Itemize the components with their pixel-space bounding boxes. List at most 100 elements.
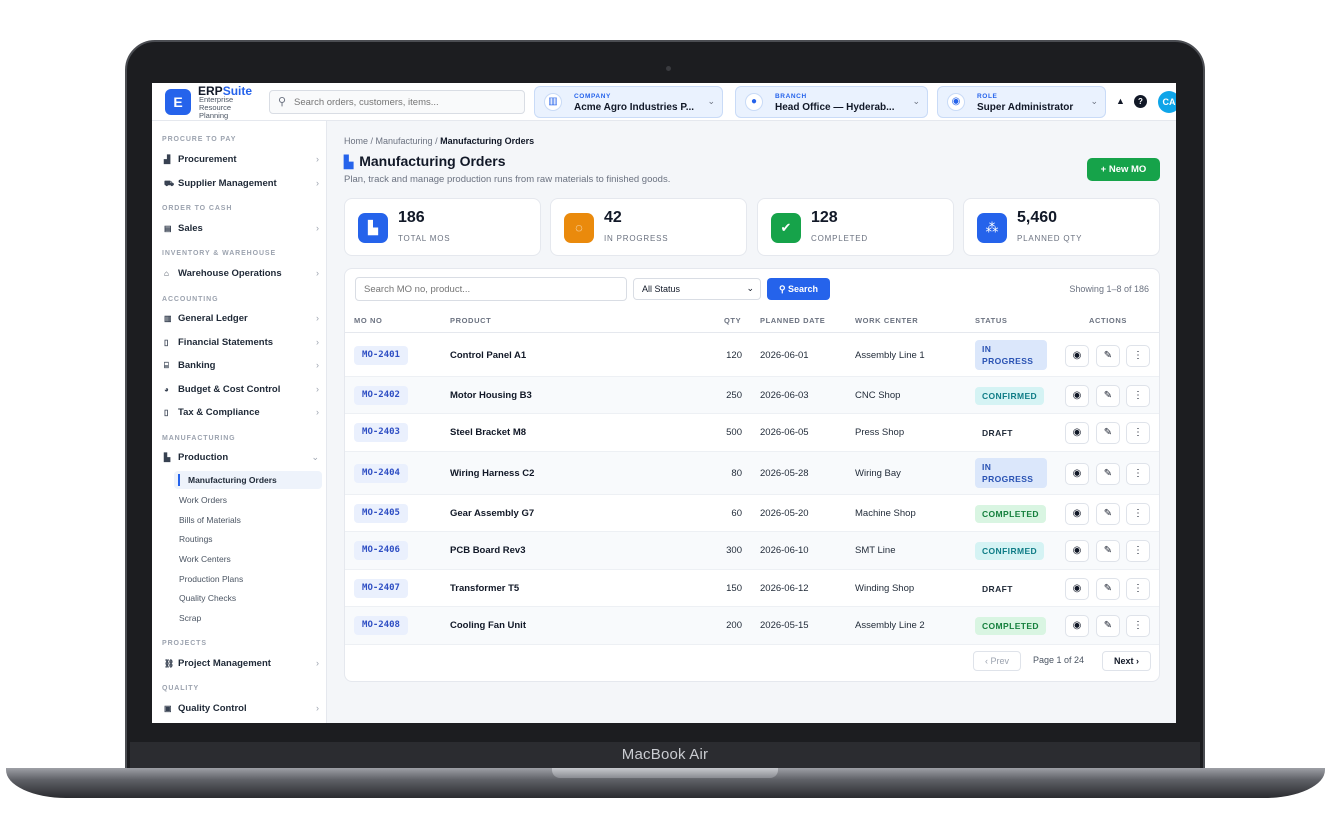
mo-number-link[interactable]: MO-2407 [354,579,408,598]
col-mo-no[interactable]: MO NO [354,316,382,325]
col-status[interactable]: STATUS [975,316,1008,325]
mo-number-link[interactable]: MO-2404 [354,464,408,483]
more-options-icon[interactable]: ⋮ [1126,615,1150,637]
sidebar-subitem-production-plans[interactable]: Production Plans [179,574,243,584]
product-name: Gear Assembly G7 [450,508,535,519]
mo-number-link[interactable]: MO-2403 [354,423,408,442]
bell-icon[interactable]: ▲ [1114,95,1127,108]
sidebar-item-label: Financial Statements [178,337,274,348]
global-search-input[interactable] [294,94,519,111]
sidebar-item-banking[interactable]: ⌸ Banking › [164,360,321,376]
role-value: Super Administrator [977,102,1074,113]
view-eye-icon[interactable]: ◉ [1065,422,1089,444]
global-search[interactable]: ⚲ [269,90,525,114]
sidebar-item-warehouse-operations[interactable]: ⌂ Warehouse Operations › [164,268,321,284]
col-planned-date[interactable]: PLANNED DATE [760,316,825,325]
edit-icon[interactable]: ✎ [1096,463,1120,485]
table-row[interactable]: MO-2404 Wiring Harness C2 80 2026-05-28 Wiri… [345,452,1159,495]
breadcrumb-home[interactable]: Home [344,136,368,146]
mo-search-input[interactable] [355,277,627,301]
sidebar-item-tax-compliance[interactable]: ▯ Tax & Compliance › [164,407,321,423]
sidebar-subitem-routings[interactable]: Routings [179,534,213,544]
edit-icon[interactable]: ✎ [1096,385,1120,407]
table-row[interactable]: MO-2402 Motor Housing B3 250 2026-06-03 CNC … [345,377,1159,414]
sidebar-item-quality-control[interactable]: ▣ Quality Control › [164,703,321,719]
sidebar-item-label: Procurement [178,154,237,165]
avatar[interactable]: CA [1158,91,1176,113]
edit-icon[interactable]: ✎ [1096,615,1120,637]
sidebar-item-budget-cost-control[interactable]: ◕ Budget & Cost Control › [164,384,321,400]
app-logo[interactable]: E [165,89,191,115]
view-eye-icon[interactable]: ◉ [1065,540,1089,562]
branch-selector[interactable]: ● BRANCH Head Office — Hyderab... ⌄ [735,86,928,118]
work-center: Winding Shop [855,583,915,594]
col-product[interactable]: PRODUCT [450,316,491,325]
sidebar-item-supplier-management[interactable]: ⛟ Supplier Management › [164,178,321,194]
status-select[interactable]: All Status ⌄ [633,278,761,300]
help-icon[interactable]: ? [1134,95,1147,108]
sidebar-item-procurement[interactable]: ▟ Procurement › [164,154,321,170]
edit-icon[interactable]: ✎ [1096,345,1120,367]
view-eye-icon[interactable]: ◉ [1065,615,1089,637]
col-qty[interactable]: QTY [724,316,741,325]
search-button[interactable]: ⚲ Search [767,278,830,300]
sidebar-item-general-ledger[interactable]: ▥ General Ledger › [164,313,321,329]
edit-icon[interactable]: ✎ [1096,540,1120,562]
edit-icon[interactable]: ✎ [1096,422,1120,444]
mo-number-link[interactable]: MO-2406 [354,541,408,560]
view-eye-icon[interactable]: ◉ [1065,578,1089,600]
sidebar-subitem-bills-of-materials[interactable]: Bills of Materials [179,515,241,525]
more-options-icon[interactable]: ⋮ [1126,422,1150,444]
factory-icon: ▙ [164,453,171,462]
mo-number-link[interactable]: MO-2408 [354,616,408,635]
more-options-icon[interactable]: ⋮ [1126,345,1150,367]
table-row[interactable]: MO-2406 PCB Board Rev3 300 2026-06-10 SMT Li… [345,532,1159,570]
col-work-center[interactable]: WORK CENTER [855,316,918,325]
table-row[interactable]: MO-2401 Control Panel A1 120 2026-06-01 Asse… [345,334,1159,377]
mo-number-link[interactable]: MO-2401 [354,346,408,365]
quantity: 60 [731,508,742,519]
mo-number-link[interactable]: MO-2405 [354,504,408,523]
section-manufacturing: MANUFACTURING [162,435,236,442]
table-row[interactable]: MO-2408 Cooling Fan Unit 200 2026-05-15 Asse… [345,607,1159,645]
sidebar-item-project-management[interactable]: ⛓ Project Management › [164,658,321,674]
sidebar-subitem-scrap[interactable]: Scrap [179,613,201,623]
more-options-icon[interactable]: ⋮ [1126,385,1150,407]
view-eye-icon[interactable]: ◉ [1065,345,1089,367]
more-options-icon[interactable]: ⋮ [1126,578,1150,600]
work-center: CNC Shop [855,390,901,401]
planned-date: 2026-06-05 [760,427,809,438]
more-options-icon[interactable]: ⋮ [1126,540,1150,562]
more-options-icon[interactable]: ⋮ [1126,463,1150,485]
edit-icon[interactable]: ✎ [1096,503,1120,525]
view-eye-icon[interactable]: ◉ [1065,385,1089,407]
next-page-button[interactable]: Next › [1102,651,1151,671]
sidebar-subitem-work-orders[interactable]: Work Orders [179,495,227,505]
bag-icon: ▤ [164,224,172,233]
prev-page-button[interactable]: ‹ Prev [973,651,1021,671]
sidebar-item-financial-statements[interactable]: ▯ Financial Statements › [164,337,321,353]
sidebar-subitem-work-centers[interactable]: Work Centers [179,554,231,564]
view-eye-icon[interactable]: ◉ [1065,463,1089,485]
table-row[interactable]: MO-2405 Gear Assembly G7 60 2026-05-20 Machi… [345,495,1159,532]
sidebar-subitem-quality-checks[interactable]: Quality Checks [179,593,236,603]
role-selector[interactable]: ◉ ROLE Super Administrator ⌄ [937,86,1106,118]
status-badge: IN PROGRESS [975,458,1047,488]
company-selector[interactable]: ▥ COMPANY Acme Agro Industries P... ⌄ [534,86,723,118]
sidebar-subitem-manufacturing-orders[interactable]: Manufacturing Orders [174,471,322,489]
edit-icon[interactable]: ✎ [1096,578,1120,600]
breadcrumb-manufacturing[interactable]: Manufacturing [376,136,433,146]
planned-date: 2026-06-03 [760,390,809,401]
mo-number-link[interactable]: MO-2402 [354,386,408,405]
sidebar-item-production[interactable]: ▙ Production ⌄ [164,452,321,468]
laptop-hinge-notch [552,768,778,778]
new-mo-button[interactable]: + New MO [1087,158,1160,181]
sidebar-item-sales[interactable]: ▤ Sales › [164,223,321,239]
table-row[interactable]: MO-2407 Transformer T5 150 2026-06-12 Windin… [345,570,1159,607]
table-row[interactable]: MO-2403 Steel Bracket M8 500 2026-06-05 Pres… [345,414,1159,452]
more-options-icon[interactable]: ⋮ [1126,503,1150,525]
stat-label: TOTAL MOS [398,234,451,243]
pagination: ‹ Prev Page 1 of 24 Next › [973,651,1153,671]
view-eye-icon[interactable]: ◉ [1065,503,1089,525]
search-button-label: Search [788,284,819,294]
